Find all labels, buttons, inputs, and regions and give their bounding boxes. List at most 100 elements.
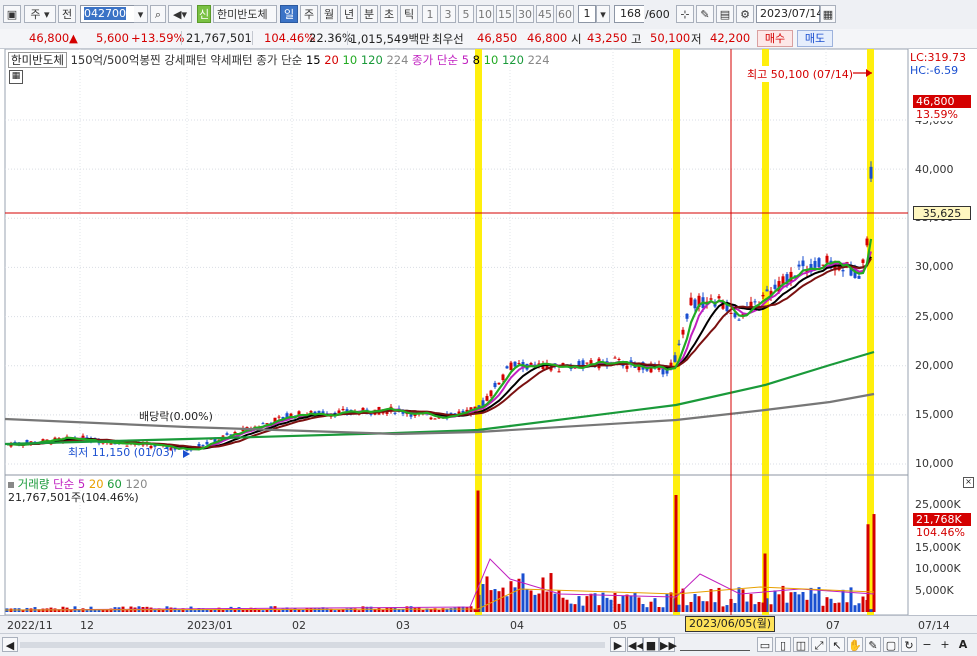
candle-body: [505, 366, 509, 369]
tab-month[interactable]: 월: [320, 5, 338, 23]
scroll-right-icon[interactable]: ▶: [610, 637, 626, 652]
candle-body: [433, 418, 437, 420]
save-icon[interactable]: ▤: [716, 5, 734, 23]
scroll-track[interactable]: [20, 642, 605, 648]
tab-tick[interactable]: 틱: [400, 5, 418, 23]
chart-scrollbar[interactable]: ◀ ▶ ◀◀ ■ ▶▶ ▭ ▯ ◫ ⤢ ↖ ✋ ✎ ▢ ↻ − + A: [0, 633, 977, 656]
zoom-in-icon[interactable]: +: [937, 637, 953, 652]
volume-bar: [653, 598, 657, 612]
low-value: 42,200: [710, 31, 751, 45]
auto-scale-icon[interactable]: A: [955, 637, 971, 652]
volume-bar: [429, 609, 433, 612]
x-label-02: 02: [292, 619, 306, 632]
legend-item-candle-filter[interactable]: 150억/500억봉찐: [71, 53, 161, 67]
interval-15-button[interactable]: 15: [496, 5, 514, 23]
search-icon[interactable]: ⌕: [150, 5, 166, 23]
scroll-left-icon[interactable]: ◀: [2, 637, 18, 652]
tab-minute[interactable]: 분: [360, 5, 378, 23]
signal-highlight-column: [762, 49, 769, 615]
interval-45-button[interactable]: 45: [536, 5, 554, 23]
legend-stock-name[interactable]: 한미반도체: [8, 52, 67, 68]
buy-button[interactable]: 매수: [757, 30, 793, 47]
volume-bar: [869, 609, 873, 612]
rewind-icon[interactable]: ◀◀: [627, 637, 645, 652]
volume-bar: [125, 610, 129, 612]
price-volume-chart[interactable]: [0, 49, 977, 615]
volume-bar: [797, 594, 801, 612]
volume-panel-close-icon[interactable]: ×: [963, 477, 974, 488]
volume-bar: [789, 592, 793, 612]
volume-bar: [837, 602, 841, 612]
table-toggle-icon[interactable]: ▦: [9, 70, 23, 84]
prev-button[interactable]: 전: [58, 5, 76, 23]
volume-bar: [713, 602, 717, 612]
volume-bar: [301, 609, 305, 612]
volume-bar: [741, 589, 745, 612]
volume-bar: [349, 607, 353, 612]
legend-ma-label[interactable]: 종가 단순: [256, 53, 302, 67]
candle-body: [817, 258, 821, 268]
compare-icon[interactable]: ▯: [775, 637, 791, 652]
speaker-icon[interactable]: ◀▾: [168, 5, 192, 23]
interval-3-button[interactable]: 3: [440, 5, 456, 23]
count-current-input[interactable]: 168: [614, 5, 644, 23]
crosshair-icon[interactable]: ⊹: [676, 5, 694, 23]
volume-bar: [265, 609, 269, 612]
candle-body: [409, 414, 413, 417]
zoom-out-icon[interactable]: −: [919, 637, 935, 652]
interval-10-button[interactable]: 10: [476, 5, 494, 23]
stock-code-input[interactable]: 042700: [80, 5, 138, 23]
fast-forward-icon[interactable]: ▶▶: [659, 637, 677, 652]
volume-bar: [509, 581, 513, 612]
legend-ma2-8: 8: [472, 53, 480, 67]
fit-icon[interactable]: ⤢: [811, 637, 827, 652]
interval-input[interactable]: 1: [578, 5, 596, 23]
legend-item-weak-pattern[interactable]: 약세패턴: [210, 53, 252, 67]
legend-ma2-label[interactable]: 종가 단순: [412, 53, 458, 67]
drawing-tool-icon[interactable]: ✎: [696, 5, 714, 23]
hand-icon[interactable]: ✋: [847, 637, 863, 652]
candle-body: [685, 313, 689, 319]
period-select[interactable]: 주 ▾: [24, 5, 56, 23]
refresh-icon[interactable]: ↻: [901, 637, 917, 652]
candle-body: [825, 255, 829, 263]
candle-body: [801, 260, 805, 267]
interval-1-button[interactable]: 1: [422, 5, 438, 23]
tab-day[interactable]: 일: [280, 5, 298, 23]
date-input[interactable]: 2023/07/14: [756, 5, 823, 23]
volume-bar: [705, 601, 709, 612]
pen-icon[interactable]: ✎: [865, 637, 881, 652]
stock-code-dropdown-icon[interactable]: ▾: [134, 5, 148, 23]
window-menu-icon[interactable]: ▣: [3, 5, 21, 23]
cursor-icon[interactable]: ↖: [829, 637, 845, 652]
y-tick-30000: 30,000: [915, 260, 954, 273]
sell-button[interactable]: 매도: [797, 30, 833, 47]
split-icon[interactable]: ◫: [793, 637, 809, 652]
candle-body: [225, 433, 229, 435]
volume-bar: [621, 595, 625, 612]
volume-bar: [745, 601, 749, 612]
volume-spike-bar: [763, 553, 767, 612]
tab-week[interactable]: 주: [300, 5, 318, 23]
tab-year[interactable]: 년: [340, 5, 358, 23]
legend-ma2-10: 10: [483, 53, 499, 67]
candle-body: [489, 390, 493, 397]
interval-60-button[interactable]: 60: [556, 5, 574, 23]
interval-dropdown-icon[interactable]: ▾: [596, 5, 610, 23]
legend-item-strong-pattern[interactable]: 강세패턴: [164, 53, 206, 67]
zoom-slider[interactable]: [680, 640, 750, 651]
layout-icon[interactable]: ▭: [757, 637, 773, 652]
interval-5-button[interactable]: 5: [458, 5, 474, 23]
tab-second[interactable]: 초: [380, 5, 398, 23]
dividend-annotation: 배당락(0.00%): [139, 410, 213, 423]
window-icon[interactable]: ▢: [883, 637, 899, 652]
calendar-icon[interactable]: ▦: [820, 5, 836, 23]
stop-icon[interactable]: ■: [643, 637, 659, 652]
gear-icon[interactable]: ⚙: [736, 5, 754, 23]
candle-body: [277, 416, 281, 418]
y-tick-25000: 25,000: [915, 310, 954, 323]
candle-body: [497, 382, 501, 385]
volume-bar: [697, 596, 701, 612]
volume-bar: [717, 587, 721, 612]
interval-30-button[interactable]: 30: [516, 5, 534, 23]
